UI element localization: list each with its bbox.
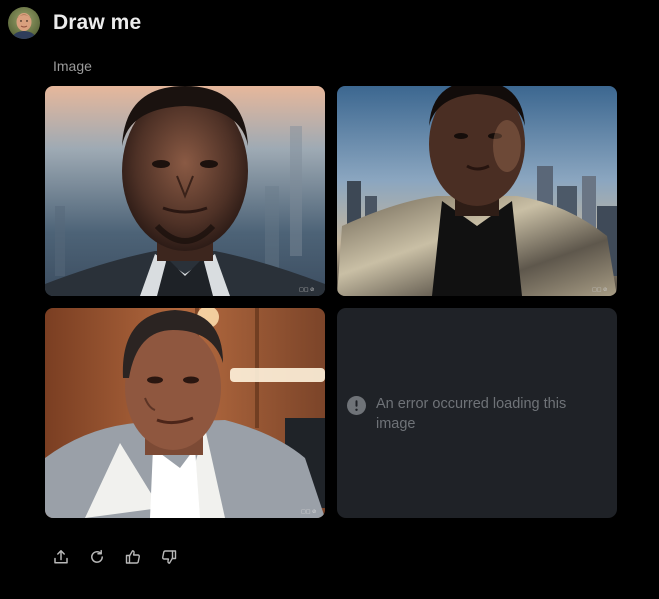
error-message: An error occurred loading this image: [376, 396, 567, 432]
image-error: An error occurred loading this image: [347, 394, 596, 434]
svg-text:□□ ⊘: □□ ⊘: [592, 287, 607, 293]
thumbs-down-icon: [161, 549, 177, 565]
generated-image-1[interactable]: □□ ⊘: [45, 86, 325, 296]
thumbs-up-icon: [125, 549, 141, 565]
share-button[interactable]: [52, 548, 70, 566]
svg-text:□□ ⊘: □□ ⊘: [299, 287, 314, 293]
alert-icon: [347, 396, 366, 415]
avatar[interactable]: [8, 7, 40, 39]
regenerate-icon: [89, 549, 105, 565]
image-error-placeholder: An error occurred loading this image: [337, 308, 617, 518]
svg-text:□□ ⊘: □□ ⊘: [301, 509, 316, 515]
message-header: Draw me: [8, 7, 141, 39]
generated-image-3[interactable]: □□ ⊘: [45, 308, 325, 518]
post-title: Draw me: [53, 11, 142, 34]
message-actions: [52, 548, 196, 566]
regenerate-button[interactable]: [88, 548, 106, 566]
generated-image-2[interactable]: □□ ⊘: [337, 86, 617, 296]
image-grid: □□ ⊘ □□ ⊘ □□ ⊘ An error occurred loading…: [45, 86, 618, 518]
chat-page: Draw me Image □□ ⊘ □□ ⊘ □□ ⊘ An error oc…: [0, 0, 659, 599]
like-button[interactable]: [124, 548, 142, 566]
share-icon: [53, 549, 69, 565]
dislike-button[interactable]: [160, 548, 178, 566]
post-subtitle: Image: [53, 58, 92, 74]
